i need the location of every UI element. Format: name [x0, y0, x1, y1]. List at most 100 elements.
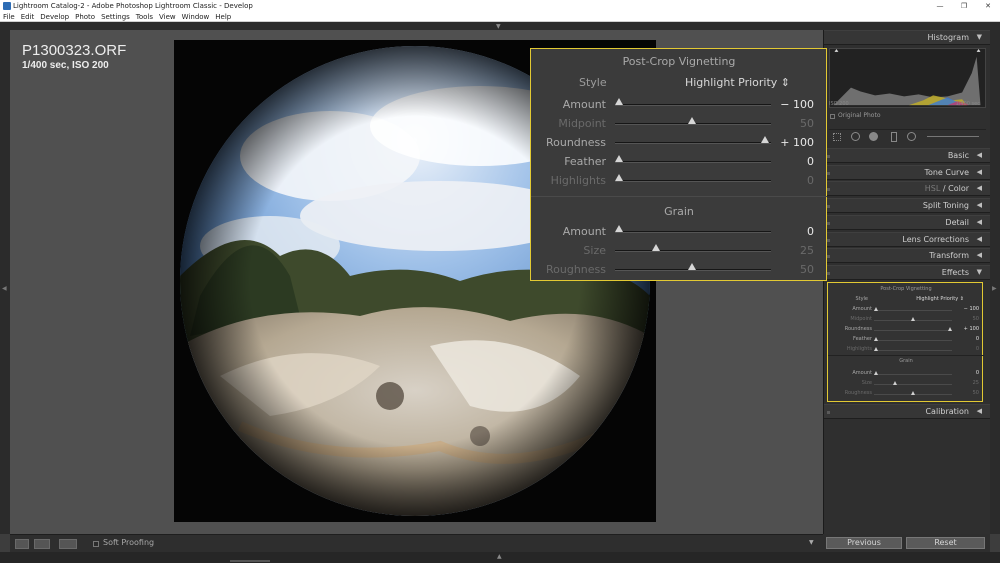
- mini-grain-roughness-slider-row[interactable]: Roughness 50: [828, 389, 984, 398]
- slider-thumb[interactable]: [761, 136, 769, 143]
- style-dropdown[interactable]: Highlight Priority ⇕: [685, 76, 790, 89]
- slider-value[interactable]: 25: [973, 380, 979, 386]
- histogram-chart[interactable]: [829, 48, 986, 108]
- mini-vignette-feather-slider-row[interactable]: Feather 0: [828, 335, 984, 344]
- right-panel-strip[interactable]: ▶: [990, 30, 1000, 534]
- hsl-tab[interactable]: HSL: [925, 184, 941, 193]
- adjustment-brush-slider[interactable]: [927, 136, 979, 137]
- grain-roughness-slider-row[interactable]: Roughness 50: [531, 261, 827, 279]
- slider-value[interactable]: 50: [973, 390, 979, 396]
- panel-header-tone-curve[interactable]: Tone Curve ◀: [824, 165, 991, 180]
- toolbar-options-icon[interactable]: ▼: [809, 539, 814, 546]
- slider-track[interactable]: [615, 180, 771, 182]
- slider-track[interactable]: [615, 104, 771, 106]
- panel-switch-icon[interactable]: [827, 155, 830, 158]
- slider-value[interactable]: 50: [800, 117, 814, 130]
- slider-thumb[interactable]: [615, 155, 623, 162]
- vignette-roundness-slider-row[interactable]: Roundness + 100: [531, 134, 827, 152]
- slider-track[interactable]: [874, 330, 952, 331]
- color-tab[interactable]: Color: [948, 184, 969, 193]
- slider-value[interactable]: 50: [800, 263, 814, 276]
- original-photo-checkbox[interactable]: [830, 114, 835, 119]
- previous-button[interactable]: Previous: [826, 537, 902, 549]
- slider-thumb[interactable]: [874, 337, 878, 341]
- panel-switch-icon[interactable]: [827, 172, 830, 175]
- menu-window[interactable]: Window: [179, 12, 213, 22]
- left-panel-strip[interactable]: ◀: [0, 30, 10, 534]
- graduated-filter-icon[interactable]: [891, 132, 897, 142]
- close-icon[interactable]: ✕: [976, 0, 1000, 12]
- slider-thumb[interactable]: [874, 307, 878, 311]
- slider-thumb[interactable]: [688, 263, 696, 270]
- panel-switch-icon[interactable]: [827, 411, 830, 414]
- slider-value[interactable]: − 100: [780, 98, 814, 111]
- panel-header-hsl-color[interactable]: HSL / Color ◀: [824, 181, 991, 196]
- reset-button[interactable]: Reset: [906, 537, 985, 549]
- slider-track[interactable]: [874, 310, 952, 311]
- slider-track[interactable]: [615, 250, 771, 252]
- panel-header-histogram[interactable]: Histogram ▼: [824, 30, 991, 45]
- spot-removal-icon[interactable]: [851, 132, 860, 141]
- triangle-up-icon[interactable]: ▲: [497, 553, 502, 560]
- menu-tools[interactable]: Tools: [133, 12, 156, 22]
- slider-value[interactable]: 25: [800, 244, 814, 257]
- slider-value[interactable]: 0: [976, 346, 979, 352]
- slider-thumb[interactable]: [688, 117, 696, 124]
- vignette-feather-slider-row[interactable]: Feather 0: [531, 153, 827, 171]
- loupe-view-button[interactable]: [15, 539, 29, 549]
- panel-header-calibration[interactable]: Calibration ◀: [824, 404, 991, 419]
- panel-switch-icon[interactable]: [827, 239, 830, 242]
- slider-value[interactable]: 50: [973, 316, 979, 322]
- slider-track[interactable]: [874, 340, 952, 341]
- mini-vignette-highlights-slider-row[interactable]: Highlights 0: [828, 345, 984, 354]
- triangle-down-icon[interactable]: ▼: [496, 23, 501, 30]
- menu-edit[interactable]: Edit: [18, 12, 38, 22]
- menu-photo[interactable]: Photo: [72, 12, 98, 22]
- slider-thumb[interactable]: [911, 391, 915, 395]
- radial-filter-icon[interactable]: [907, 132, 916, 141]
- grain-size-slider-row[interactable]: Size 25: [531, 242, 827, 260]
- vignette-style-row[interactable]: Style Highlight Priority ⇕: [828, 295, 984, 304]
- slider-thumb[interactable]: [874, 371, 878, 375]
- soft-proofing-checkbox[interactable]: [93, 541, 99, 547]
- slider-thumb[interactable]: [948, 327, 952, 331]
- slider-thumb[interactable]: [911, 317, 915, 321]
- triangle-right-icon[interactable]: ▶: [992, 285, 997, 292]
- slider-track[interactable]: [615, 161, 771, 163]
- menu-file[interactable]: File: [0, 12, 18, 22]
- slider-value[interactable]: 0: [807, 174, 814, 187]
- slider-thumb[interactable]: [615, 174, 623, 181]
- panel-header-effects[interactable]: Effects ▼: [824, 265, 991, 280]
- style-dropdown[interactable]: Highlight Priority ⇕: [916, 296, 964, 302]
- slider-thumb[interactable]: [892, 381, 897, 385]
- minimize-icon[interactable]: —: [928, 0, 952, 12]
- panel-switch-icon[interactable]: [827, 188, 830, 191]
- slider-value[interactable]: 0: [976, 370, 979, 376]
- triangle-left-icon[interactable]: ◀: [2, 285, 7, 292]
- compare-view-button[interactable]: [34, 539, 50, 549]
- panel-switch-icon[interactable]: [827, 222, 830, 225]
- slider-value[interactable]: 0: [807, 155, 814, 168]
- slider-value[interactable]: + 100: [964, 326, 979, 332]
- mini-vignette-amount-slider-row[interactable]: Amount − 100: [828, 305, 984, 314]
- slider-value[interactable]: 0: [807, 225, 814, 238]
- panel-switch-icon[interactable]: [827, 255, 830, 258]
- menu-develop[interactable]: Develop: [37, 12, 72, 22]
- menu-help[interactable]: Help: [212, 12, 234, 22]
- maximize-icon[interactable]: ❐: [952, 0, 976, 12]
- vignette-amount-slider-row[interactable]: Amount − 100: [531, 96, 827, 114]
- before-after-button[interactable]: [59, 539, 77, 549]
- top-panel-strip[interactable]: ▼: [0, 22, 1000, 30]
- panel-switch-icon[interactable]: [827, 272, 830, 275]
- crop-tool-icon[interactable]: [833, 133, 841, 141]
- mini-grain-amount-slider-row[interactable]: Amount 0: [828, 369, 984, 378]
- panel-header-split-toning[interactable]: Split Toning ◀: [824, 198, 991, 213]
- vignette-midpoint-slider-row[interactable]: Midpoint 50: [531, 115, 827, 133]
- slider-value[interactable]: 0: [976, 336, 979, 342]
- menu-view[interactable]: View: [156, 12, 179, 22]
- slider-thumb[interactable]: [615, 98, 623, 105]
- mini-vignette-roundness-slider-row[interactable]: Roundness + 100: [828, 325, 984, 334]
- slider-track[interactable]: [874, 384, 952, 385]
- slider-track[interactable]: [615, 142, 771, 144]
- panel-header-basic[interactable]: Basic ◀: [824, 148, 991, 163]
